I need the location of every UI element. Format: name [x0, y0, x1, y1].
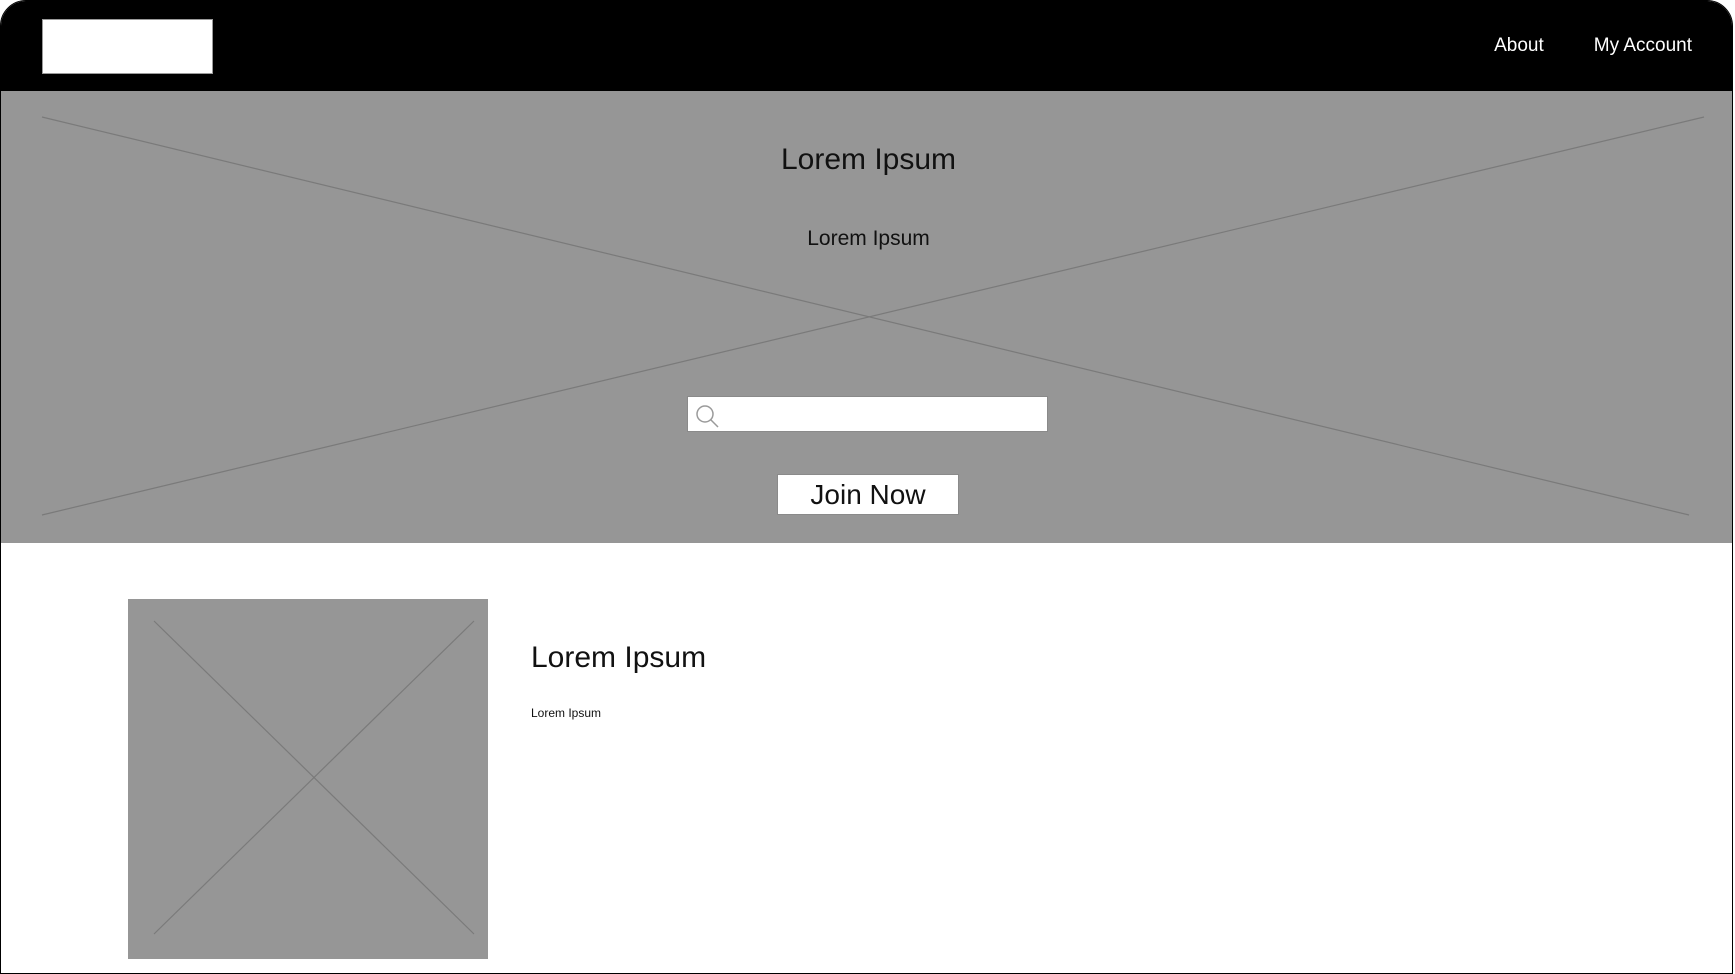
feature-image-placeholder: [128, 599, 488, 959]
search-bar[interactable]: [687, 396, 1048, 433]
logo-placeholder[interactable]: [42, 19, 213, 74]
join-now-button[interactable]: Join Now: [777, 474, 959, 515]
feature-title: Lorem Ipsum: [531, 641, 707, 674]
hero-subtitle: Lorem Ipsum: [807, 227, 930, 250]
feature-description: Lorem Ipsum: [531, 706, 602, 720]
hero-banner: Lorem Ipsum Lorem Ipsum Join Now: [1, 91, 1732, 543]
top-nav-bar: About My Account: [1, 1, 1732, 91]
feature-image-cross: [153, 620, 475, 935]
search-icon: [696, 405, 719, 428]
app-window: About My Account Lorem Ipsum Lorem Ipsum…: [0, 0, 1733, 974]
hero-title: Lorem Ipsum: [780, 143, 957, 176]
nav-link-about[interactable]: About: [1494, 35, 1544, 57]
nav-link-my-account[interactable]: My Account: [1594, 35, 1692, 57]
search-input[interactable]: [724, 397, 1046, 433]
main-nav: About My Account: [1494, 1, 1692, 91]
